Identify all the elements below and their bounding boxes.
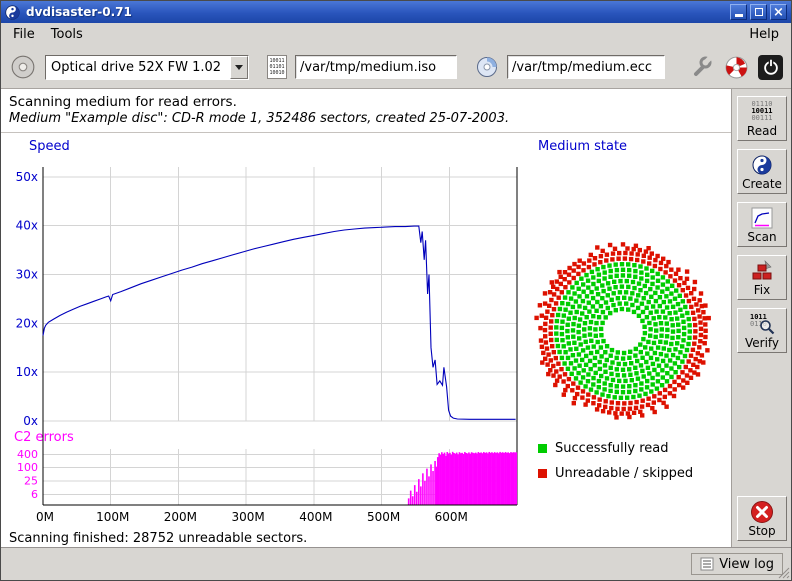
legend-read: Successfully read: [538, 441, 668, 456]
read-label: Read: [747, 124, 777, 138]
action-sidebar: 01110 10011 00111 Read Create: [731, 89, 792, 547]
preferences-button[interactable]: [689, 54, 715, 80]
ecc-file-icon: [475, 55, 499, 79]
error-swatch: [538, 469, 547, 478]
fix-disc-button[interactable]: [723, 54, 750, 81]
drive-select[interactable]: Optical drive 52X FW 1.02: [45, 55, 249, 80]
scan-button[interactable]: Scan: [737, 202, 787, 247]
status-line1: Scanning medium for read errors.: [9, 94, 237, 110]
titlebar: dvdisaster-0.71 ×: [1, 1, 791, 23]
close-button[interactable]: ×: [770, 4, 787, 20]
speed-chart-title: Speed: [29, 139, 70, 154]
scan-label: Scan: [747, 230, 776, 244]
read-button[interactable]: 01110 10011 00111 Read: [737, 96, 787, 141]
window-title: dvdisaster-0.71: [26, 5, 724, 19]
toolbar: Optical drive 52X FW 1.02 10011 01101 10…: [1, 46, 791, 89]
log-document-icon: [700, 557, 714, 571]
stop-icon: [750, 500, 774, 523]
view-log-label: View log: [719, 557, 774, 572]
separator: [1, 132, 731, 133]
medium-state-title: Medium state: [538, 139, 627, 154]
status-line2: Medium "Example disc": CD-R mode 1, 3524…: [9, 111, 509, 126]
create-label: Create: [742, 177, 782, 191]
svg-text:600M: 600M: [435, 510, 468, 524]
svg-text:0M: 0M: [36, 510, 54, 524]
stop-label: Stop: [748, 524, 775, 538]
close-icon: ×: [773, 6, 784, 19]
svg-text:400M: 400M: [299, 510, 332, 524]
stop-button[interactable]: Stop: [737, 496, 787, 541]
svg-text:500M: 500M: [367, 510, 400, 524]
svg-text:0x: 0x: [23, 414, 38, 428]
svg-text:200M: 200M: [164, 510, 197, 524]
minimize-icon: [735, 14, 743, 17]
chevron-down-icon: [230, 56, 248, 79]
scan-result-status: Scanning finished: 28752 unreadable sect…: [9, 531, 307, 546]
drive-eject-button[interactable]: [9, 53, 37, 81]
main-panel: Scanning medium for read errors. Medium …: [1, 89, 731, 547]
scan-chart-icon: [751, 206, 773, 229]
fix-label: Fix: [754, 283, 770, 297]
svg-text:100M: 100M: [96, 510, 129, 524]
svg-text:25: 25: [24, 474, 38, 487]
damaged-disc-icon: [724, 55, 749, 80]
verify-magnifier-icon: 1011 0110: [749, 312, 775, 335]
view-log-button[interactable]: View log: [691, 553, 783, 575]
read-binary-icon: 01110 10011 00111: [751, 100, 772, 123]
svg-text:30x: 30x: [16, 267, 38, 281]
drive-select-value: Optical drive 52X FW 1.02: [46, 56, 230, 79]
verify-button[interactable]: 1011 0110 Verify: [737, 308, 787, 353]
app-icon: [5, 5, 20, 20]
quit-button[interactable]: [758, 55, 783, 80]
svg-text:50x: 50x: [16, 170, 38, 184]
menu-file[interactable]: File: [5, 24, 43, 45]
svg-text:10x: 10x: [16, 365, 38, 379]
medium-state-disc: [531, 239, 715, 423]
image-file-icon: 10011 01101 10010: [267, 55, 287, 79]
fix-bricks-icon: [751, 259, 773, 282]
svg-text:300M: 300M: [232, 510, 265, 524]
legend-error: Unreadable / skipped: [538, 466, 693, 481]
svg-text:20x: 20x: [16, 316, 38, 330]
resize-grip[interactable]: [776, 565, 790, 579]
maximize-icon: [755, 8, 763, 16]
wrench-icon: [690, 55, 714, 79]
menu-tools[interactable]: Tools: [43, 24, 91, 45]
app-window: dvdisaster-0.71 × File Tools Help Optica…: [0, 0, 792, 581]
maximize-button[interactable]: [750, 4, 767, 20]
verify-label: Verify: [745, 336, 779, 350]
svg-text:6: 6: [31, 488, 38, 501]
svg-text:400: 400: [17, 448, 38, 461]
drive-disc-icon: [10, 54, 36, 80]
power-icon: [761, 57, 781, 77]
legend-error-label: Unreadable / skipped: [555, 466, 693, 481]
fix-button[interactable]: Fix: [737, 255, 787, 300]
image-file-input[interactable]: [295, 55, 457, 79]
legend-read-label: Successfully read: [555, 441, 668, 456]
yin-yang-icon: [752, 153, 772, 176]
bottombar: View log: [1, 547, 791, 580]
svg-text:40x: 40x: [16, 219, 38, 233]
svg-text:100: 100: [17, 461, 38, 474]
menu-help[interactable]: Help: [741, 24, 787, 45]
minimize-button[interactable]: [730, 4, 747, 20]
menubar: File Tools Help: [1, 23, 791, 46]
read-swatch: [538, 444, 547, 453]
ecc-file-input[interactable]: [507, 55, 665, 79]
speed-and-c2-chart: 0M 100M 200M 300M 400M 500M 600M 0x 10x 20x 30x 40x…: [1, 161, 531, 539]
create-button[interactable]: Create: [737, 149, 787, 194]
